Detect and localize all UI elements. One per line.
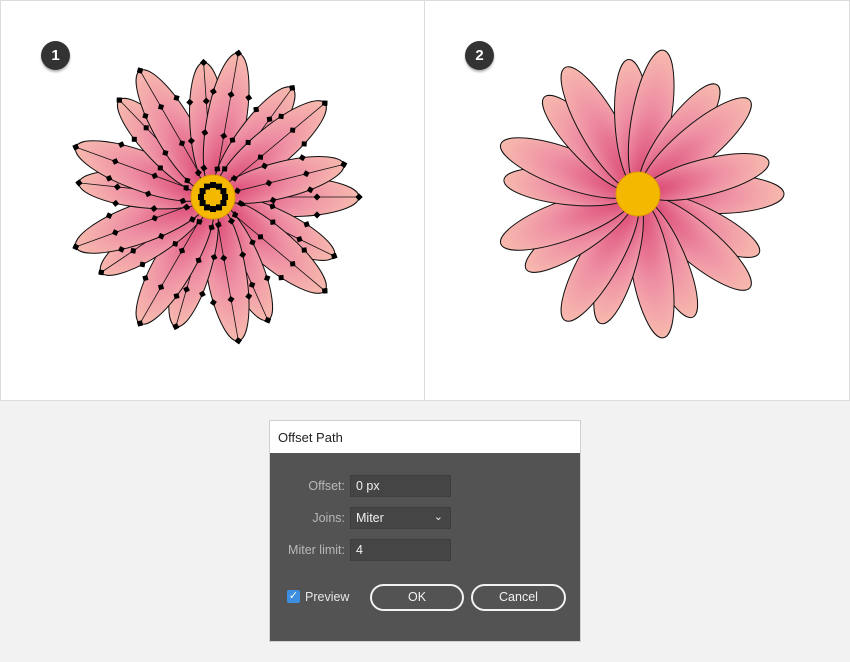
anchor-point [172, 240, 179, 247]
step-badge-1: 1 [41, 41, 70, 70]
anchor-point [289, 127, 296, 133]
anchor-point [253, 106, 260, 113]
joins-label: Joins: [312, 511, 345, 525]
anchor-point [257, 154, 264, 160]
ok-button[interactable]: OK [370, 584, 464, 611]
anchor-point [257, 234, 264, 240]
anchor-point [183, 185, 189, 191]
anchor-point [196, 218, 203, 225]
step-1-panel: 1 [0, 0, 425, 401]
anchor-point [266, 116, 273, 123]
step-badge-2: 2 [465, 41, 494, 70]
anchor-point [216, 204, 222, 211]
anchor-point [278, 113, 284, 120]
cancel-button[interactable]: Cancel [471, 584, 566, 611]
anchor-point [214, 166, 221, 172]
anchor-point [289, 85, 296, 91]
anchor-point [198, 194, 204, 200]
offset-row: Offset: 0 px [270, 475, 580, 497]
anchor-point [199, 200, 206, 206]
anchor-point [157, 165, 163, 171]
anchor-point [98, 269, 105, 276]
anchor-point [270, 219, 276, 225]
dialog-title: Offset Path [270, 421, 580, 453]
flower-center [615, 171, 661, 217]
miter-limit-row: Miter limit: 4 [270, 539, 580, 561]
anchor-point [204, 183, 210, 190]
anchor-point [229, 137, 236, 143]
anchor-point [139, 261, 146, 268]
preview-checkbox[interactable]: ✓ [287, 590, 300, 603]
anchor-point [301, 141, 307, 147]
miter-limit-label: Miter limit: [288, 543, 345, 557]
step-2-panel: 2 [424, 0, 850, 401]
anchor-point [301, 247, 307, 253]
chevron-down-icon: ⌄ [433, 511, 443, 523]
anchor-point [322, 288, 328, 294]
joins-select[interactable]: Miter ⌄ [350, 507, 451, 529]
anchor-point [116, 97, 122, 103]
anchor-point [130, 247, 137, 254]
joins-value: Miter [356, 511, 384, 525]
anchor-point [245, 139, 251, 146]
joins-row: Joins: Miter ⌄ [270, 507, 580, 529]
preview-label[interactable]: Preview [305, 590, 349, 604]
anchor-point [322, 100, 328, 106]
anchor-point [220, 188, 227, 194]
anchor-point [210, 182, 216, 188]
offset-label: Offset: [308, 479, 345, 493]
flower-center [190, 174, 236, 220]
anchor-point [278, 274, 284, 281]
miter-limit-input[interactable]: 4 [350, 539, 451, 561]
anchor-point [210, 206, 216, 212]
anchor-point [221, 166, 228, 172]
anchor-point [131, 136, 137, 142]
offset-input[interactable]: 0 px [350, 475, 451, 497]
offset-path-dialog: Offset Path Offset: 0 px Joins: Miter ⌄ M… [269, 420, 581, 642]
anchor-point [143, 125, 149, 131]
anchor-point [289, 261, 296, 267]
anchor-point [222, 194, 228, 200]
